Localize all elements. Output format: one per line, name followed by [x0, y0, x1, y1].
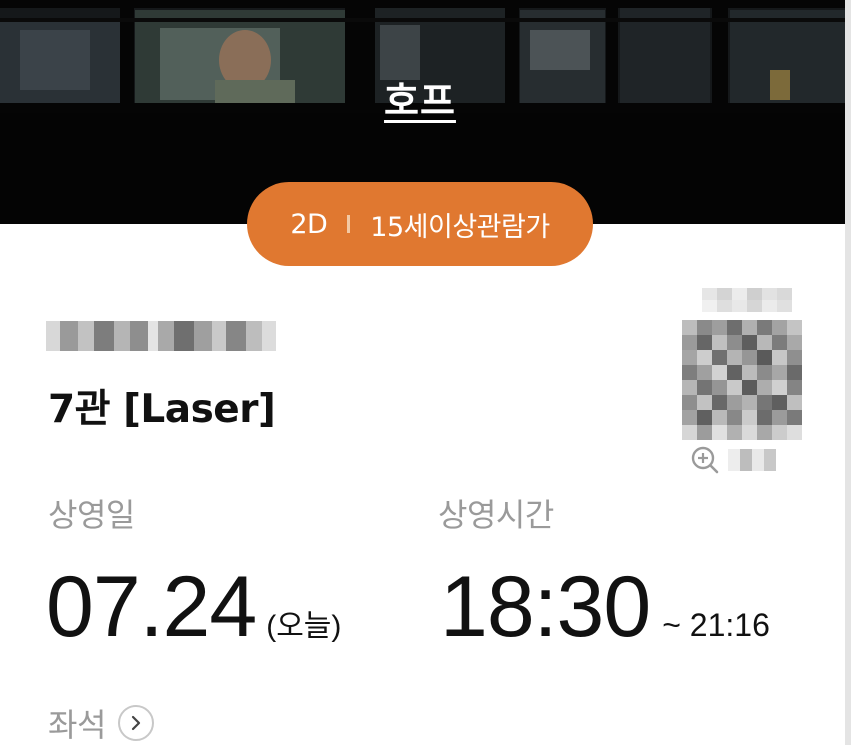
today-label: (오늘)	[266, 610, 342, 643]
screening-time: 18:30 ~ 21:16	[440, 558, 770, 657]
movie-title[interactable]: 호프	[0, 70, 840, 125]
screen-name: 7관 [Laser]	[48, 387, 276, 432]
zoom-label-redacted	[728, 449, 776, 471]
zoom-in-icon	[691, 446, 719, 474]
qr-code[interactable]	[682, 320, 802, 440]
rating-label: 15세이상관람가	[370, 211, 550, 243]
divider	[347, 215, 351, 233]
seat-info-toggle[interactable]: 좌석	[48, 700, 154, 746]
end-time: ~ 21:16	[662, 607, 770, 643]
zoom-qr-button[interactable]	[690, 442, 776, 478]
seat-label: 좌석	[48, 706, 106, 744]
chevron-right-icon[interactable]	[117, 705, 154, 741]
time-label: 상영시간	[438, 496, 554, 534]
date-label: 상영일	[48, 496, 135, 534]
format-rating-badge: 2D 15세이상관람가	[247, 182, 593, 266]
booking-number-redacted	[702, 288, 792, 312]
start-time: 18:30	[440, 559, 651, 655]
date-value: 07.24	[46, 559, 257, 655]
screening-date: 07.24 (오늘)	[46, 558, 341, 657]
format-label: 2D	[290, 208, 328, 240]
cinema-name-redacted	[46, 314, 276, 358]
scrollbar-track	[845, 0, 851, 745]
